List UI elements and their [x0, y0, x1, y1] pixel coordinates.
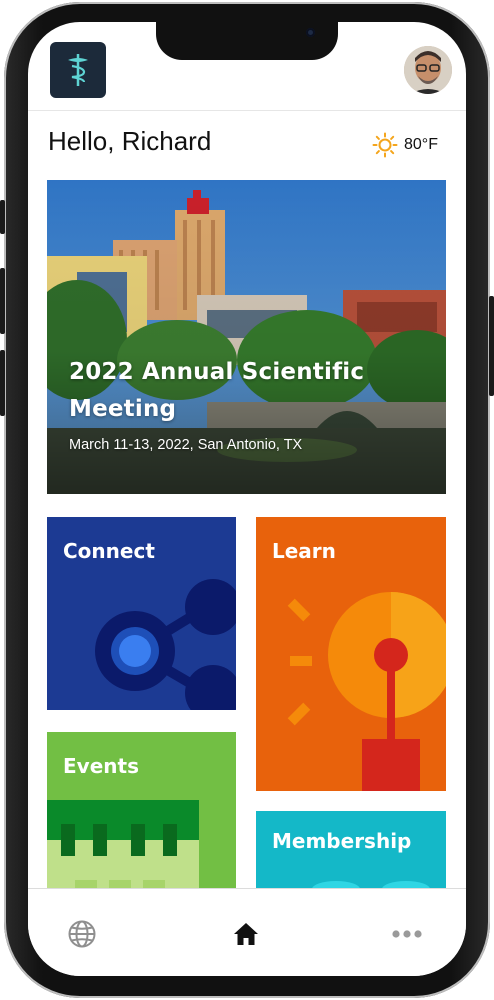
volume-up-button	[0, 268, 5, 334]
home-icon	[234, 923, 258, 945]
connect-tile[interactable]: Connect	[47, 517, 236, 710]
caduceus-icon[interactable]	[50, 42, 106, 98]
connect-label: Connect	[63, 539, 155, 563]
nav-item-home[interactable]	[230, 919, 262, 949]
notch	[156, 22, 338, 60]
nav-item-globe[interactable]	[66, 919, 98, 949]
more-icon	[392, 930, 422, 938]
hero-subtitle: March 11-13, 2022, San Antonio, TX	[69, 437, 303, 453]
bottom-navigation	[28, 888, 466, 976]
power-button	[489, 296, 494, 396]
weather-widget: 80°F	[372, 132, 438, 158]
membership-label: Membership	[272, 829, 412, 853]
learn-label: Learn	[272, 539, 336, 563]
learn-tile[interactable]: Learn	[256, 517, 446, 791]
globe-icon	[68, 920, 96, 948]
events-label: Events	[63, 754, 139, 778]
volume-down-button	[0, 350, 5, 416]
greeting-text: Hello, Richard	[48, 126, 212, 156]
hero-title: 2022 Annual Scientific Meeting	[69, 354, 409, 428]
hero-banner[interactable]: 2022 Annual Scientific Meeting March 11-…	[47, 180, 446, 494]
membership-tile[interactable]: Membership	[256, 811, 446, 892]
hero-title-line1: 2022 Annual Scientific	[69, 359, 365, 385]
mute-switch	[0, 200, 5, 234]
user-avatar[interactable]	[404, 46, 452, 94]
hero-title-line2: Meeting	[69, 396, 177, 422]
app-screen: Hello, Richard 80°F 2022 Annual Scientif…	[28, 22, 466, 976]
front-camera	[306, 28, 315, 37]
sun-icon	[372, 132, 398, 158]
temperature-label: 80°F	[404, 136, 438, 153]
events-tile[interactable]: Events	[47, 732, 236, 892]
nav-item-more[interactable]	[391, 919, 423, 949]
